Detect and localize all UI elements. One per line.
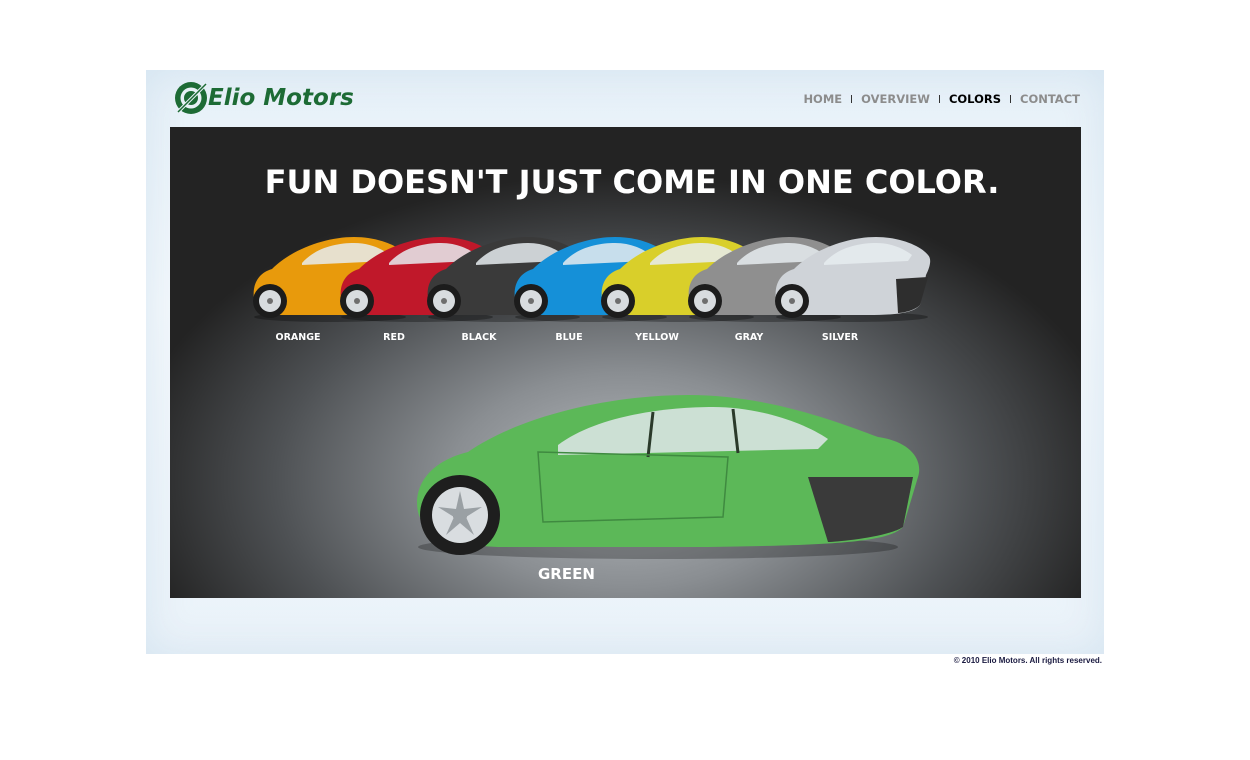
color-showcase: FUN DOESN'T JUST COME IN ONE COLOR. ORAN… <box>170 127 1081 598</box>
car-silver[interactable] <box>772 225 932 325</box>
color-label-black[interactable]: BLACK <box>462 332 497 343</box>
nav-home[interactable]: HOME <box>803 92 842 106</box>
page-frame: Elio Motors HOME OVERVIEW COLORS CONTACT… <box>146 70 1104 654</box>
color-label-red[interactable]: RED <box>383 332 405 343</box>
nav-divider <box>851 95 853 103</box>
featured-car-image <box>417 395 920 559</box>
featured-color-label: GREEN <box>538 565 595 583</box>
nav-contact[interactable]: CONTACT <box>1020 92 1080 106</box>
color-label-orange[interactable]: ORANGE <box>276 332 321 343</box>
brand-name: Elio Motors <box>208 85 354 111</box>
color-label-silver[interactable]: SILVER <box>822 332 858 343</box>
color-label-gray[interactable]: GRAY <box>735 332 763 343</box>
color-label-yellow[interactable]: YELLOW <box>635 332 679 343</box>
logo-circle-slash-icon <box>175 82 208 114</box>
main-nav: HOME OVERVIEW COLORS CONTACT <box>803 92 1080 106</box>
color-label-blue[interactable]: BLUE <box>555 332 582 343</box>
nav-colors[interactable]: COLORS <box>949 92 1001 106</box>
nav-divider <box>1010 95 1012 103</box>
copyright-notice: © 2010 Elio Motors. All rights reserved. <box>953 656 1102 665</box>
nav-divider <box>938 95 940 103</box>
brand-logo[interactable]: Elio Motors <box>172 76 354 120</box>
nav-overview[interactable]: OVERVIEW <box>861 92 930 106</box>
